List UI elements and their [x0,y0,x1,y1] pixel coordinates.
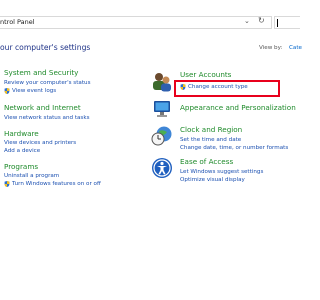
search-input[interactable] [274,16,300,29]
programs-link[interactable]: Programs [4,162,38,171]
highlight-box [174,80,280,97]
set-time-date-link[interactable]: Set the time and date [180,137,241,143]
windows-features-link[interactable]: Turn Windows features on or off [12,181,101,187]
uninstall-program-link[interactable]: Uninstall a program [4,173,59,179]
clock-globe-icon [151,126,172,146]
optimize-visual-display-link[interactable]: Optimize visual display [180,177,245,183]
page-title: our computer's settings [0,43,91,52]
network-internet-link[interactable]: Network and Internet [4,103,81,112]
add-device-link[interactable]: Add a device [4,148,40,154]
view-event-logs-link[interactable]: View event logs [12,88,56,94]
hardware-link[interactable]: Hardware [4,129,39,138]
appearance-link[interactable]: Appearance and Personalization [180,103,296,112]
user-accounts-link[interactable]: User Accounts [180,70,231,79]
appearance-icon [154,101,170,117]
clock-region-link[interactable]: Clock and Region [180,125,242,134]
ease-of-access-icon [152,158,172,178]
network-status-link[interactable]: View network status and tasks [4,115,90,121]
users-icon [153,73,171,92]
review-status-link[interactable]: Review your computer's status [4,80,91,86]
system-security-link[interactable]: System and Security [4,68,78,77]
chevron-down-icon[interactable]: ⌄ [244,17,250,25]
address-field[interactable]: ntrol Panel ⌄ ↻ [0,16,272,29]
devices-printers-link[interactable]: View devices and printers [4,140,76,146]
shield-icon [4,181,10,187]
text-caret [277,19,278,27]
address-bar: ntrol Panel ⌄ ↻ [0,16,300,30]
change-formats-link[interactable]: Change date, time, or number formats [180,145,288,151]
ease-access-link[interactable]: Ease of Access [180,157,233,166]
view-by-dropdown[interactable]: Cate [289,45,302,51]
control-panel-window: ntrol Panel ⌄ ↻ our computer's settings … [0,0,302,300]
windows-suggest-settings-link[interactable]: Let Windows suggest settings [180,169,263,175]
shield-icon [4,88,10,94]
view-by-label: View by: [259,45,283,51]
refresh-icon[interactable]: ↻ [258,16,265,25]
address-path[interactable]: ntrol Panel [0,18,35,26]
